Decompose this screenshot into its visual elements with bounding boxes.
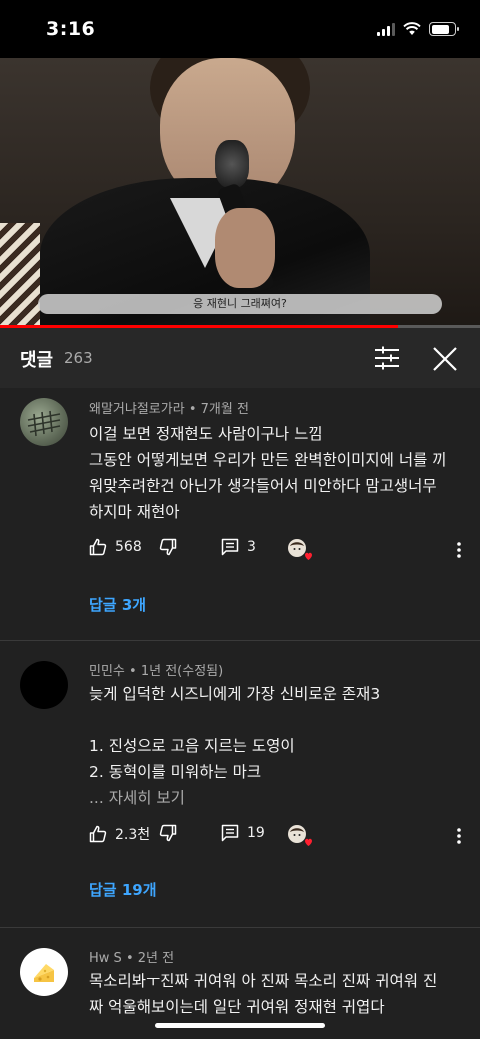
comment-icon [221,538,239,556]
dislike-button[interactable] [159,824,177,842]
video-player[interactable]: 응 재현니 그래쪄여? [0,58,480,328]
meta-separator: • [125,951,134,966]
comment-line: 2. 동혁이를 미워하는 마크 [89,763,262,781]
avatar[interactable] [20,661,68,709]
microphone [215,140,249,188]
comment-item: 왜말거냐절로가라 • 7개월 전 이걸 보면 정재현도 사람이구나 느낌 그동안… [0,388,480,640]
comment-text: 늦게 입덕한 시즈니에게 가장 신비로운 존재3 1. 진성으로 고음 지르는 … [89,681,464,811]
video-subtitle: 응 재현니 그래쪄여? [38,294,442,314]
comment-author[interactable]: Hw S [89,951,122,966]
comment-time: 1년 전(수정됨) [140,664,224,679]
comments-header: 댓글 263 [0,328,480,388]
avatar[interactable] [20,948,68,996]
like-count: 2.3천 [115,827,151,843]
view-replies-link[interactable]: 답글 19개 [89,879,157,900]
thumbs-up-icon [89,538,107,556]
comment-author[interactable]: 왜말거냐절로가라 [89,402,185,417]
thumbs-down-icon [159,824,177,842]
comment-line: 워맞추려한건 아닌가 생각들어서 미안하다 맘고생너무 [89,477,437,495]
creator-heart-icon [288,825,312,846]
comment-line: 그동안 어떻게보면 우리가 만든 완벽한이미지에 너를 끼 [89,451,447,469]
meta-separator: • [129,664,137,679]
comment-text: 이걸 보면 정재현도 사람이구나 느낌 그동안 어떻게보면 우리가 만든 완벽한… [89,421,464,525]
comment-meta: Hw S • 2년 전 [89,947,174,966]
comments-count: 263 [64,349,93,367]
meta-separator: • [188,402,197,417]
reply-button[interactable]: 19 [221,824,265,842]
comment-line: 1. 진성으로 고음 지르는 도영이 [89,737,295,755]
thumbs-up-icon [89,825,107,843]
more-options-icon[interactable] [456,541,462,559]
dislike-button[interactable] [159,538,177,556]
comment-meta: 왜말거냐절로가라 • 7개월 전 [89,398,249,417]
thumbs-down-icon [159,538,177,556]
home-indicator[interactable] [155,1023,325,1028]
comment-line: 목소리봐ㅜ진짜 귀여워 아 진짜 목소리 진짜 귀여워 진 [89,972,438,990]
status-time: 3:16 [46,18,96,40]
comment-line [89,707,464,733]
comment-time: 7개월 전 [200,402,249,417]
comment-text: 목소리봐ㅜ진짜 귀여워 아 진짜 목소리 진짜 귀여워 진 짜 억울해보이는데 … [89,968,464,1020]
battery-icon [429,22,459,36]
close-icon[interactable] [432,346,458,372]
sort-filter-icon[interactable] [374,346,400,370]
status-bar: 3:16 [0,0,480,58]
read-more-link[interactable]: ... 자세히 보기 [89,785,464,811]
wifi-icon [403,22,421,35]
comment-item: 민민수 • 1년 전(수정됨) 늦게 입덕한 시즈니에게 가장 신비로운 존재3… [0,641,480,927]
comment-line: 하지마 재현아 [89,503,180,521]
cellular-signal-icon [377,22,395,36]
like-count: 568 [115,539,142,555]
comment-actions: 2.3천 19 [89,824,480,850]
comment-time: 2년 전 [137,951,175,966]
comment-line: 늦게 입덕한 시즈니에게 가장 신비로운 존재3 [89,685,381,703]
reply-count: 3 [247,539,256,555]
striped-fabric [0,223,40,328]
hand [215,208,275,288]
like-button[interactable]: 2.3천 [89,824,150,844]
status-icons [377,22,459,36]
reply-count: 19 [247,825,265,841]
comment-line: 이걸 보면 정재현도 사람이구나 느낌 [89,425,323,443]
comment-actions: 568 3 [89,538,480,564]
comment-icon [221,824,239,842]
avatar-image-icon [27,410,61,437]
creator-heart-icon [288,539,312,560]
more-options-icon[interactable] [456,827,462,845]
comment-author[interactable]: 민민수 [89,664,125,679]
creator-heart [287,824,313,848]
avatar[interactable] [20,398,68,446]
comment-line: 짜 억울해보이는데 일단 귀여워 정재현 귀엽다 [89,998,385,1016]
view-replies-link[interactable]: 답글 3개 [89,594,146,615]
comments-title: 댓글 [20,350,54,371]
like-button[interactable]: 568 [89,538,142,556]
creator-heart [287,538,313,562]
comment-meta: 민민수 • 1년 전(수정됨) [89,660,223,679]
cheese-icon [34,964,54,982]
reply-button[interactable]: 3 [221,538,256,556]
